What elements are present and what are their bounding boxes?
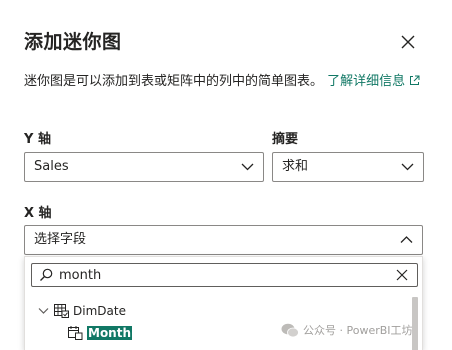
x-axis-placeholder: 选择字段 <box>34 232 87 247</box>
search-icon <box>40 268 53 281</box>
clear-search-icon[interactable] <box>396 269 408 281</box>
tree-field-month[interactable]: Month <box>68 326 133 340</box>
chevron-down-icon <box>401 163 414 171</box>
calendar-field-icon <box>68 326 83 340</box>
description-text: 迷你图是可以添加到表或矩阵中的列中的简单图表。 <box>24 74 324 89</box>
chevron-up-icon <box>400 236 413 243</box>
y-axis-value: Sales <box>34 159 69 174</box>
dialog-description: 迷你图是可以添加到表或矩阵中的列中的简单图表。 了解详细信息 <box>24 71 434 92</box>
summary-value: 求和 <box>282 159 309 174</box>
learn-more-link[interactable]: 了解详细信息 <box>327 74 405 89</box>
add-sparkline-dialog: 添加迷你图 迷你图是可以添加到表或矩阵中的列中的简单图表。 了解详细信息 Y 轴… <box>0 0 452 350</box>
external-link-icon[interactable] <box>409 75 420 86</box>
table-icon <box>54 304 69 318</box>
summary-label: 摘要 <box>272 132 299 147</box>
y-axis-select[interactable]: Sales <box>24 152 264 182</box>
chevron-down-icon <box>241 163 254 171</box>
table-name: DimDate <box>73 304 126 318</box>
dialog-title: 添加迷你图 <box>24 31 122 53</box>
close-icon[interactable] <box>399 33 417 51</box>
watermark: 公众号 · PowerBI工坊 <box>281 322 413 338</box>
field-search-input[interactable] <box>59 265 389 285</box>
summary-select[interactable]: 求和 <box>272 152 424 182</box>
y-axis-label: Y 轴 <box>24 132 51 147</box>
field-name-highlighted: Month <box>87 326 133 340</box>
tree-table-dimdate[interactable]: DimDate <box>38 304 126 318</box>
x-axis-select[interactable]: 选择字段 <box>24 225 423 255</box>
chevron-down-icon[interactable] <box>38 307 49 315</box>
wechat-icon <box>281 323 299 337</box>
watermark-text: 公众号 · PowerBI工坊 <box>303 324 413 337</box>
field-search-box[interactable] <box>31 263 418 287</box>
x-axis-label: X 轴 <box>24 206 52 221</box>
